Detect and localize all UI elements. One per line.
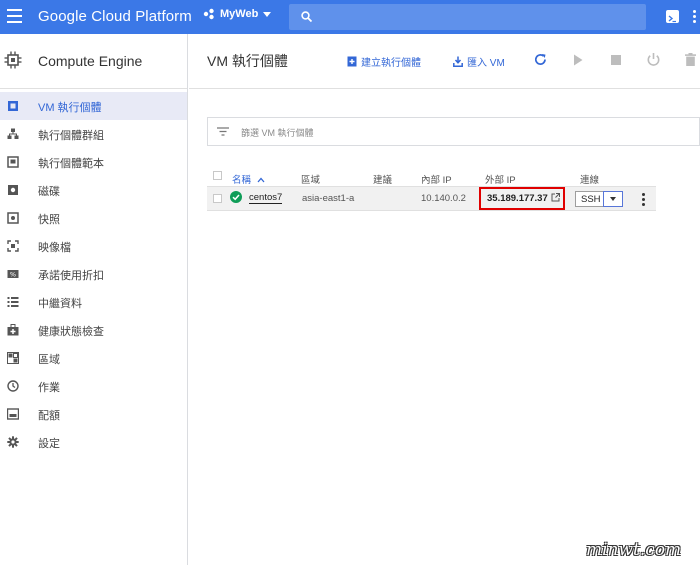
sidebar-item-label: VM 執行個體 xyxy=(38,102,102,114)
sidebar-item-label: 健康狀態檢查 xyxy=(38,326,104,338)
create-instance-button[interactable]: 建立執行個體 xyxy=(347,54,421,69)
chevron-down-icon xyxy=(263,11,272,17)
sidebar-item-committed-use-discounts[interactable]: % 承諾使用折扣 xyxy=(0,260,187,288)
sidebar-item-metadata[interactable]: 中繼資料 xyxy=(0,288,187,316)
sidebar-item-label: 區域 xyxy=(38,354,60,366)
status-running-icon xyxy=(230,191,242,203)
sidebar-item-label: 設定 xyxy=(38,438,60,450)
more-options-icon[interactable] xyxy=(690,10,700,24)
import-vm-label: 匯入 VM xyxy=(467,58,505,69)
add-box-icon xyxy=(347,56,357,67)
disk-icon xyxy=(8,185,18,195)
sidebar-item-vm-instances[interactable]: VM 執行個體 xyxy=(0,92,187,120)
row-checkbox[interactable] xyxy=(213,194,222,203)
top-app-bar: Google Cloud Platform MyWeb xyxy=(0,0,700,34)
quotas-icon xyxy=(7,408,19,420)
sidebar-item-label: 磁碟 xyxy=(38,186,60,198)
external-ip-highlight: 35.189.177.37 xyxy=(479,187,565,210)
sidebar-item-quotas[interactable]: 配額 xyxy=(0,400,187,428)
reset-icon[interactable] xyxy=(646,52,661,67)
sidebar-item-label: 配額 xyxy=(38,410,60,422)
product-header: Compute Engine xyxy=(0,34,187,89)
row-more-actions-icon[interactable] xyxy=(642,193,646,206)
stop-icon[interactable] xyxy=(611,55,621,65)
sidebar-item-label: 承諾使用折扣 xyxy=(38,270,104,282)
project-icon xyxy=(203,8,214,20)
sort-ascending-icon xyxy=(257,177,265,183)
open-in-new-icon[interactable] xyxy=(551,193,560,202)
sidebar-item-label: 快照 xyxy=(38,214,60,226)
sidebar-item-label: 映像檔 xyxy=(38,242,71,254)
sidebar-item-operations[interactable]: 作業 xyxy=(0,372,187,400)
product-name: Compute Engine xyxy=(38,53,143,69)
sidebar-item-settings[interactable]: 設定 xyxy=(0,428,187,456)
sidebar-item-snapshots[interactable]: 快照 xyxy=(0,204,187,232)
sidebar-item-instance-groups[interactable]: 執行個體群組 xyxy=(0,120,187,148)
sidebar-item-instance-templates[interactable]: 執行個體範本 xyxy=(0,148,187,176)
column-header-name-label: 名稱 xyxy=(232,175,252,186)
instance-external-ip[interactable]: 35.189.177.37 xyxy=(487,193,548,204)
zones-icon xyxy=(7,352,19,364)
start-icon[interactable] xyxy=(573,54,583,66)
refresh-icon[interactable] xyxy=(534,53,547,66)
sidebar-item-disks[interactable]: 磁碟 xyxy=(0,176,187,204)
health-check-icon xyxy=(7,324,19,336)
sidebar-item-zones[interactable]: 區域 xyxy=(0,344,187,372)
column-header-internal-ip: 內部 IP xyxy=(421,175,452,186)
instance-zone: asia-east1-a xyxy=(302,193,355,204)
settings-icon xyxy=(7,436,19,448)
instance-name-link[interactable]: centos7 xyxy=(249,192,283,204)
search-icon xyxy=(301,11,312,22)
select-all-checkbox[interactable] xyxy=(213,171,222,180)
import-icon xyxy=(453,56,463,67)
project-name: MyWeb xyxy=(220,8,259,20)
image-icon xyxy=(7,240,19,252)
instance-internal-ip: 10.140.0.2 xyxy=(421,193,466,204)
column-header-external-ip: 外部 IP xyxy=(485,175,516,186)
sidebar-item-label: 作業 xyxy=(38,382,60,394)
page-title: VM 執行個體 xyxy=(207,53,288,69)
filter-input[interactable]: 篩選 VM 執行個體 xyxy=(207,117,700,146)
filter-icon xyxy=(217,127,229,136)
sidebar-item-label: 執行個體範本 xyxy=(38,158,104,170)
svg-text:%: % xyxy=(10,271,16,279)
discount-icon: % xyxy=(7,270,19,279)
sidebar: Compute Engine VM 執行個體 執行個體群組 執行個體範本 磁碟 … xyxy=(0,34,188,565)
sidebar-item-images[interactable]: 映像檔 xyxy=(0,232,187,260)
column-header-zone: 區域 xyxy=(301,175,321,186)
watermark: minwt.com xyxy=(586,540,682,560)
operations-icon xyxy=(7,380,19,392)
project-selector[interactable]: MyWeb xyxy=(203,8,272,20)
filter-placeholder: 篩選 VM 執行個體 xyxy=(241,128,314,138)
instance-templates-icon xyxy=(7,156,19,168)
vm-instances-icon xyxy=(8,101,18,111)
metadata-icon xyxy=(7,297,19,307)
page-header: VM 執行個體 建立執行個體 匯入 VM xyxy=(189,34,700,89)
instance-name: centos7 xyxy=(249,192,283,204)
ssh-button[interactable]: SSH xyxy=(581,194,601,205)
search-input[interactable] xyxy=(289,4,646,30)
column-header-name[interactable]: 名稱 xyxy=(232,172,265,186)
sidebar-item-health-checks[interactable]: 健康狀態檢查 xyxy=(0,316,187,344)
create-instance-label: 建立執行個體 xyxy=(361,58,421,69)
ssh-button-group: SSH xyxy=(575,191,623,207)
ssh-dropdown-button[interactable] xyxy=(603,191,623,207)
main-content: VM 執行個體 建立執行個體 匯入 VM 篩選 VM 執行個體 名稱 區域 建議… xyxy=(189,34,700,565)
snapshot-icon xyxy=(7,212,19,224)
sidebar-item-label: 執行個體群組 xyxy=(38,130,104,142)
delete-icon[interactable] xyxy=(685,53,696,66)
cloud-shell-icon[interactable] xyxy=(666,10,679,23)
menu-icon[interactable] xyxy=(7,9,22,23)
instance-groups-icon xyxy=(7,128,19,139)
caret-down-icon xyxy=(610,197,616,201)
import-vm-button[interactable]: 匯入 VM xyxy=(453,54,505,69)
column-header-connect: 連線 xyxy=(580,175,600,186)
compute-engine-icon xyxy=(4,51,22,69)
brand-title[interactable]: Google Cloud Platform xyxy=(38,8,192,25)
column-header-recommendation: 建議 xyxy=(373,175,393,186)
sidebar-item-label: 中繼資料 xyxy=(38,298,82,310)
